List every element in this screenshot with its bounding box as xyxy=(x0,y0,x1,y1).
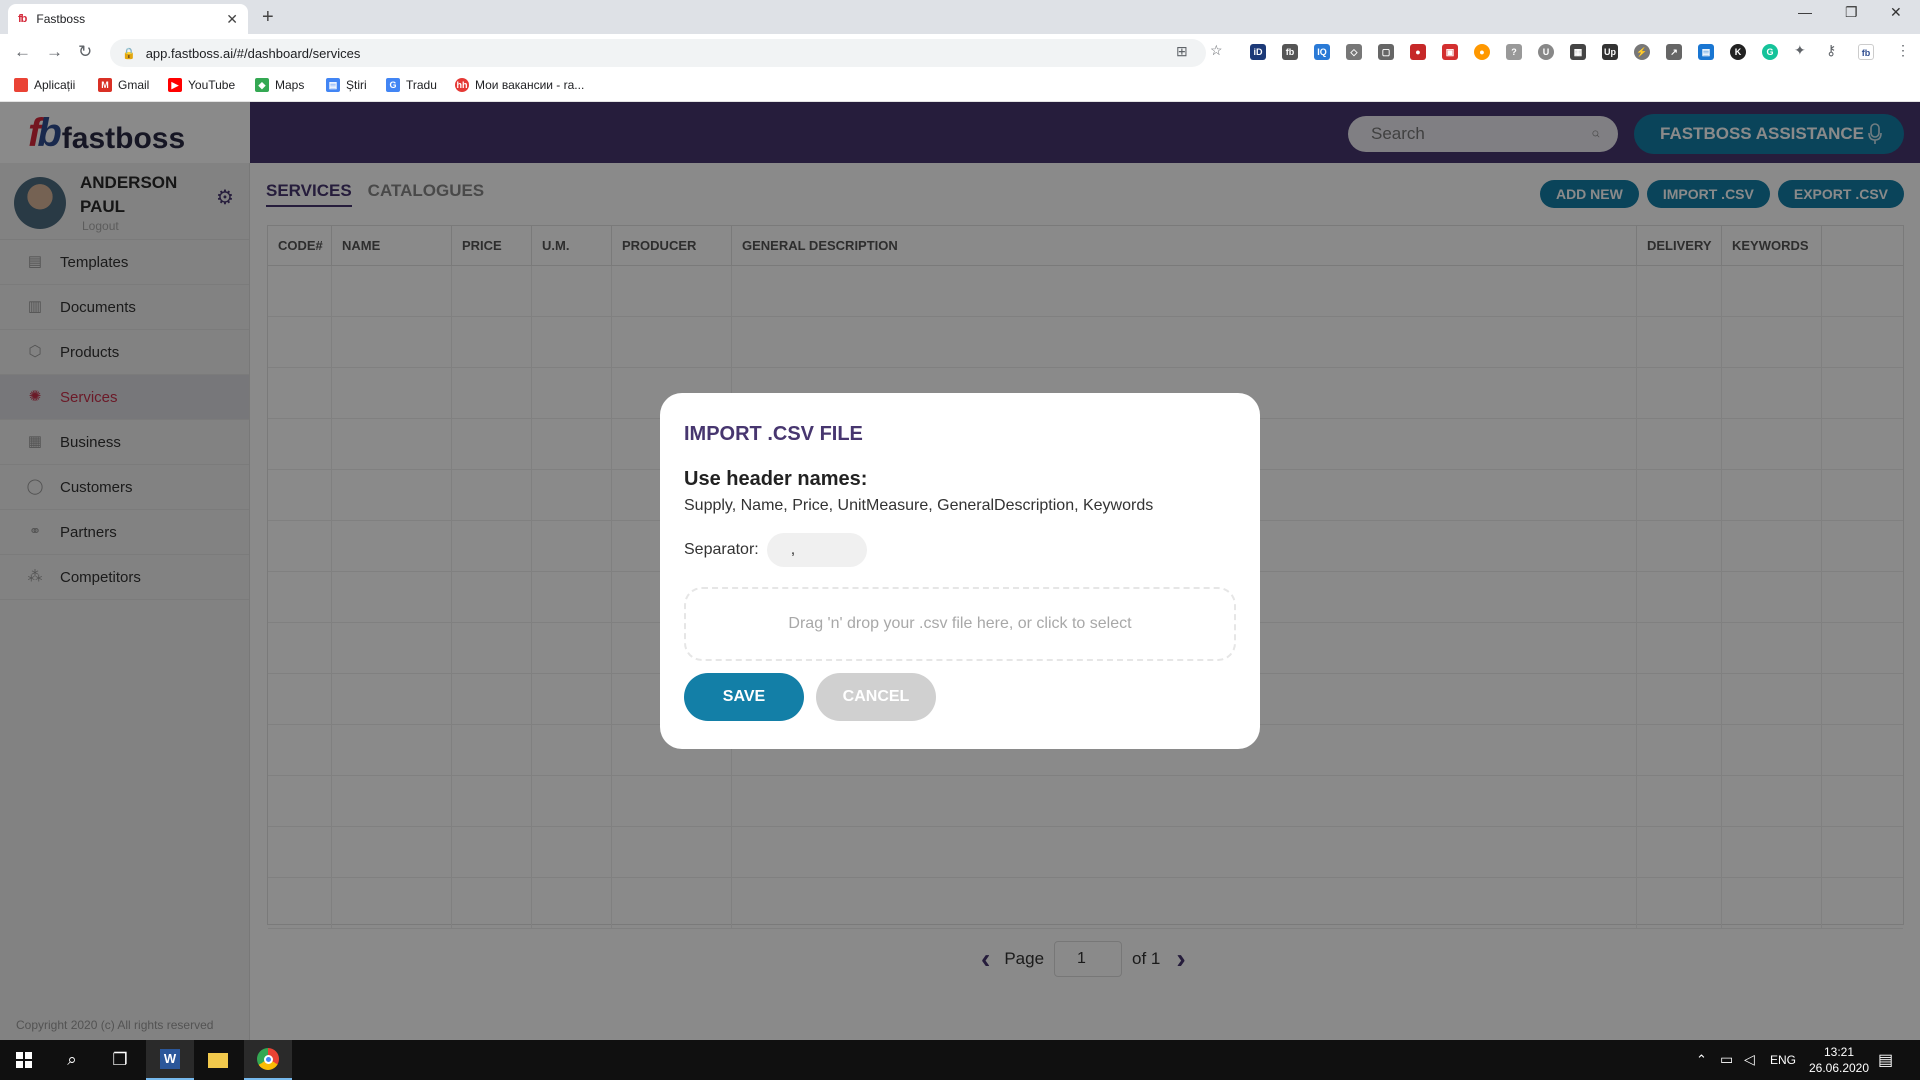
taskbar-search-icon[interactable]: ⌕ xyxy=(48,1040,96,1080)
csv-dropzone[interactable]: Drag 'n' drop your .csv file here, or cl… xyxy=(684,587,1236,661)
bookmark-vacancies[interactable]: hh Мои вакансии - ra... xyxy=(455,78,584,92)
modal-subtitle: Use header names: xyxy=(684,468,868,490)
chrome-icon xyxy=(257,1048,279,1070)
windows-taskbar: ⌕ ❐ W ⌃ ▭ ◁ ENG 13:21 26.06.2020 ▤ xyxy=(0,1040,1920,1080)
bookmark-label: Gmail xyxy=(118,78,150,92)
modal-buttons: SAVE CANCEL xyxy=(684,673,1236,721)
cancel-button[interactable]: CANCEL xyxy=(816,673,936,721)
separator-row: Separator: xyxy=(684,533,1236,567)
restore-window-icon[interactable]: ❐ xyxy=(1845,4,1858,21)
extension-icon[interactable]: ▢ xyxy=(1378,44,1394,60)
file-explorer-icon[interactable] xyxy=(194,1040,242,1080)
folder-icon xyxy=(208,1052,228,1068)
bookmark-gmail[interactable]: M Gmail xyxy=(98,78,149,92)
apps-grid-icon xyxy=(14,78,28,92)
back-icon[interactable]: ← xyxy=(14,42,31,62)
browser-menu-icon[interactable]: ⋮ xyxy=(1896,42,1910,59)
import-csv-modal: IMPORT .CSV FILE Use header names: Suppl… xyxy=(660,393,1260,749)
bookmark-tradu[interactable]: G Tradu xyxy=(386,78,437,92)
network-icon[interactable]: ▭ xyxy=(1720,1051,1733,1068)
extension-icon[interactable]: ● xyxy=(1410,44,1426,60)
extension-icon[interactable]: ▤ xyxy=(1698,44,1714,60)
gmail-icon: M xyxy=(98,78,112,92)
bookmark-stiri[interactable]: ▤ Știri xyxy=(326,78,367,92)
extension-icon[interactable]: ↗ xyxy=(1666,44,1682,60)
header-names-list: Supply, Name, Price, UnitMeasure, Genera… xyxy=(684,497,1154,514)
clock[interactable]: 13:21 26.06.2020 xyxy=(1808,1044,1870,1076)
extension-icon[interactable]: ? xyxy=(1506,44,1522,60)
extension-icon[interactable]: ◇ xyxy=(1346,44,1362,60)
bookmark-maps[interactable]: ◆ Maps xyxy=(255,78,304,92)
news-icon: ▤ xyxy=(326,78,340,92)
extension-icon[interactable]: K xyxy=(1730,44,1746,60)
chrome-app-icon[interactable] xyxy=(244,1040,292,1080)
bookmark-label: Tradu xyxy=(406,78,437,92)
browser-tab-title: Fastboss xyxy=(36,12,86,26)
forward-icon[interactable]: → xyxy=(46,42,63,62)
grammarly-icon[interactable]: G xyxy=(1762,44,1778,60)
youtube-icon: ▶ xyxy=(168,78,182,92)
browser-toolbar: ← → ↻ 🔒 app.fastboss.ai/#/dashboard/serv… xyxy=(0,34,1920,70)
bookmark-label: YouTube xyxy=(188,78,236,92)
task-view-icon[interactable]: ❐ xyxy=(96,1040,144,1080)
extension-icon[interactable]: ● xyxy=(1474,44,1490,60)
extension-icon[interactable]: fb xyxy=(1282,44,1298,60)
separator-input[interactable] xyxy=(766,533,867,567)
url-text: app.fastboss.ai/#/dashboard/services xyxy=(145,45,361,61)
extension-icon[interactable]: iD xyxy=(1250,44,1266,60)
extension-icon[interactable]: U xyxy=(1538,44,1554,60)
reload-icon[interactable]: ↻ xyxy=(78,42,92,62)
maps-icon: ◆ xyxy=(255,78,269,92)
volume-icon[interactable]: ◁ xyxy=(1744,1051,1755,1068)
word-app-icon[interactable]: W xyxy=(146,1040,194,1080)
bookmark-apps[interactable]: Aplicații xyxy=(14,78,75,92)
minimize-window-icon[interactable]: — xyxy=(1798,4,1812,20)
bookmark-label: Aplicații xyxy=(34,78,76,92)
extension-icon[interactable]: ▣ xyxy=(1442,44,1458,60)
bookmark-youtube[interactable]: ▶ YouTube xyxy=(168,78,235,92)
bookmark-label: Știri xyxy=(346,78,367,92)
clock-time: 13:21 xyxy=(1823,1045,1855,1059)
language-indicator[interactable]: ENG xyxy=(1770,1053,1796,1067)
bookmarks-bar: Aplicații M Gmail ▶ YouTube ◆ Maps ▤ Ști… xyxy=(0,70,1920,102)
extension-icon[interactable]: Up xyxy=(1602,44,1618,60)
address-bar[interactable]: 🔒 app.fastboss.ai/#/dashboard/services xyxy=(110,39,1206,67)
profile-icon[interactable]: fb xyxy=(1858,44,1874,60)
separator-label: Separator: xyxy=(684,541,759,558)
new-tab-icon[interactable]: + xyxy=(262,6,274,29)
bookmark-star-icon[interactable]: ☆ xyxy=(1210,42,1223,59)
hh-icon: hh xyxy=(455,78,469,92)
extension-icon[interactable]: IQ xyxy=(1314,44,1330,60)
tray-chevron-icon[interactable]: ⌃ xyxy=(1696,1052,1707,1068)
clock-date: 26.06.2020 xyxy=(1808,1061,1870,1075)
close-tab-icon[interactable]: ✕ xyxy=(226,11,238,28)
save-button[interactable]: SAVE xyxy=(684,673,804,721)
extensions-puzzle-icon[interactable]: ✦ xyxy=(1794,42,1806,59)
fastboss-favicon-icon: fb xyxy=(18,13,27,25)
extension-icon[interactable]: ▦ xyxy=(1570,44,1586,60)
notifications-icon[interactable]: ▤ xyxy=(1878,1050,1893,1070)
translate-icon[interactable]: ⊞ xyxy=(1176,43,1188,60)
lock-icon[interactable]: 🔒 xyxy=(122,47,136,60)
windows-start-icon[interactable] xyxy=(0,1040,48,1080)
close-window-icon[interactable]: ✕ xyxy=(1890,4,1902,21)
dropzone-text: Drag 'n' drop your .csv file here, or cl… xyxy=(788,615,1132,632)
bookmark-label: Maps xyxy=(275,78,305,92)
word-icon: W xyxy=(160,1049,180,1069)
browser-tab[interactable]: fb Fastboss ✕ xyxy=(8,4,248,34)
modal-title: IMPORT .CSV FILE xyxy=(684,423,863,445)
windows-logo-icon xyxy=(16,1052,32,1068)
bookmark-label: Мои вакансии - ra... xyxy=(475,78,585,92)
key-icon[interactable]: ⚷ xyxy=(1826,42,1836,59)
translate-icon: G xyxy=(386,78,400,92)
browser-tab-strip: fb Fastboss ✕ + — ❐ ✕ xyxy=(0,0,1920,34)
extension-icon[interactable]: ⚡ xyxy=(1634,44,1650,60)
